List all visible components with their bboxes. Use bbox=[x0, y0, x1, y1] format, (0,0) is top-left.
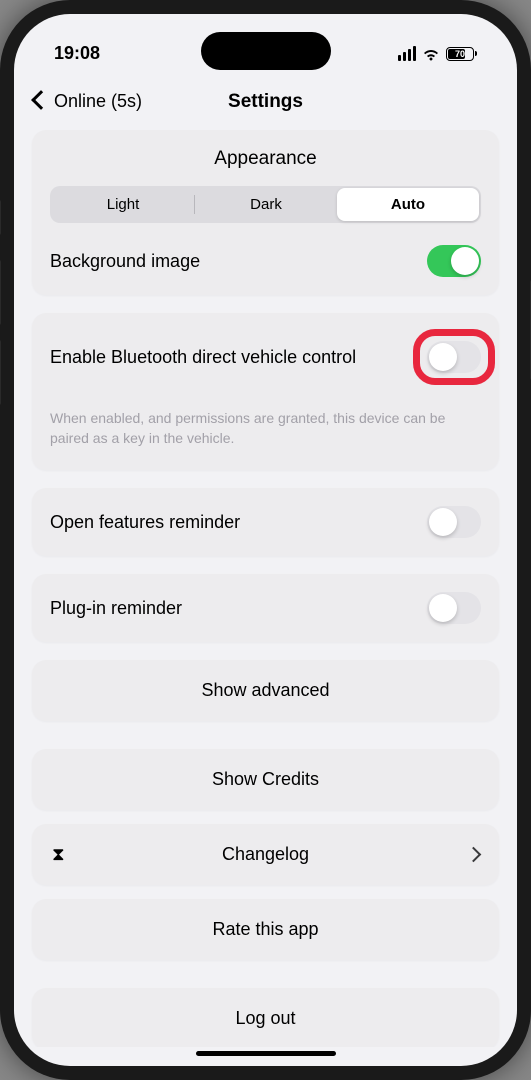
chevron-left-icon bbox=[34, 91, 52, 112]
plugin-toggle[interactable] bbox=[427, 592, 481, 624]
bluetooth-toggle[interactable] bbox=[427, 341, 481, 373]
appearance-title: Appearance bbox=[50, 148, 481, 170]
rate-app-button[interactable]: Rate this app bbox=[32, 899, 499, 960]
open-features-toggle[interactable] bbox=[427, 506, 481, 538]
page-title: Settings bbox=[228, 91, 303, 113]
bluetooth-hint: When enabled, and permissions are grante… bbox=[50, 409, 481, 448]
bluetooth-label: Enable Bluetooth direct vehicle control bbox=[50, 347, 427, 368]
segment-light[interactable]: Light bbox=[52, 188, 194, 221]
nav-bar: Online (5s) Settings bbox=[14, 69, 517, 130]
open-features-card: Open features reminder bbox=[32, 488, 499, 556]
show-credits-button[interactable]: Show Credits bbox=[32, 749, 499, 810]
bg-image-toggle[interactable] bbox=[427, 245, 481, 277]
wifi-icon bbox=[422, 47, 440, 61]
status-time: 19:08 bbox=[54, 43, 100, 64]
battery-icon: 70 bbox=[446, 47, 477, 61]
back-label: Online (5s) bbox=[54, 91, 142, 112]
home-indicator[interactable] bbox=[196, 1051, 336, 1056]
theme-segment-control[interactable]: Light Dark Auto bbox=[50, 186, 481, 223]
cellular-signal-icon bbox=[398, 46, 416, 61]
segment-auto[interactable]: Auto bbox=[337, 188, 479, 221]
back-button[interactable]: Online (5s) bbox=[34, 91, 142, 112]
open-features-label: Open features reminder bbox=[50, 512, 240, 533]
hourglass-icon: ⧗ bbox=[52, 844, 65, 865]
bg-image-label: Background image bbox=[50, 251, 200, 272]
show-advanced-button[interactable]: Show advanced bbox=[32, 660, 499, 721]
appearance-card: Appearance Light Dark Auto Background im… bbox=[32, 130, 499, 295]
logout-button[interactable]: Log out bbox=[32, 988, 499, 1047]
dynamic-island bbox=[201, 32, 331, 70]
plugin-label: Plug-in reminder bbox=[50, 598, 182, 619]
bluetooth-card: Enable Bluetooth direct vehicle control … bbox=[32, 313, 499, 470]
chevron-right-icon bbox=[468, 844, 479, 865]
changelog-button[interactable]: ⧗ Changelog bbox=[32, 824, 499, 885]
segment-dark[interactable]: Dark bbox=[195, 188, 337, 221]
plugin-reminder-card: Plug-in reminder bbox=[32, 574, 499, 642]
